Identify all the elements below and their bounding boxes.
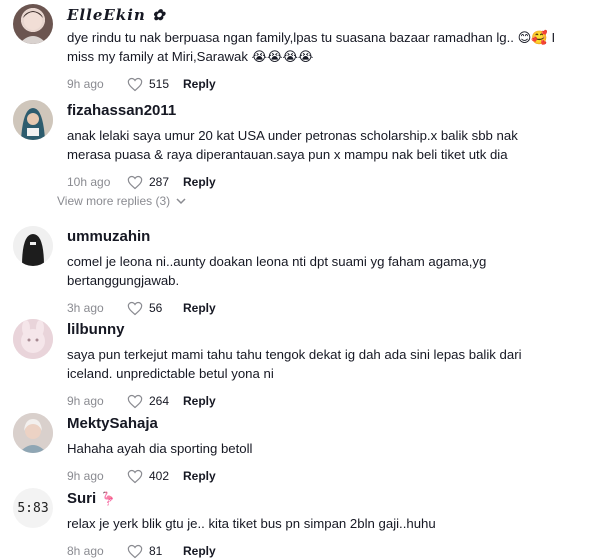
comment-time: 3h ago: [67, 301, 104, 315]
avatar-text: 5:83: [17, 500, 49, 516]
like-count: 515: [149, 77, 170, 91]
like-count: 264: [149, 394, 170, 408]
like-count: 81: [149, 544, 163, 558]
avatar[interactable]: [13, 413, 53, 453]
comment-text: relax je yerk blik gtu je.. kita tiket b…: [67, 516, 436, 531]
username[interactable]: MektySahaja: [67, 415, 570, 433]
comment-time: 9h ago: [67, 469, 104, 483]
username-decoration: 🦩: [100, 491, 117, 506]
like-button[interactable]: 56: [127, 301, 183, 316]
view-more-replies-button[interactable]: View more replies (3): [57, 194, 186, 208]
comment-text: comel je leona ni..aunty doakan leona nt…: [67, 254, 487, 288]
heart-icon: [127, 175, 143, 189]
like-button[interactable]: 402: [127, 469, 183, 484]
avatar[interactable]: [13, 226, 53, 266]
like-button[interactable]: 287: [127, 175, 183, 190]
comment-text: dye rindu tu nak berpuasa ngan family,lp…: [67, 30, 556, 64]
comment-time: 10h ago: [67, 175, 111, 189]
chevron-down-icon: [176, 197, 186, 204]
like-count: 287: [149, 175, 170, 189]
reply-button[interactable]: Reply: [183, 469, 216, 483]
reply-button[interactable]: Reply: [183, 77, 216, 91]
avatar[interactable]: 5:83: [13, 488, 53, 528]
like-count: 56: [149, 301, 163, 315]
like-button[interactable]: 515: [127, 77, 183, 92]
like-button[interactable]: 264: [127, 394, 183, 409]
avatar[interactable]: [13, 319, 53, 359]
view-more-label: View more replies (3): [57, 194, 171, 208]
heart-icon: [127, 394, 143, 408]
username[interactable]: lilbunny: [67, 321, 570, 339]
comment-time: 8h ago: [67, 544, 104, 558]
reply-button[interactable]: Reply: [183, 394, 216, 408]
avatar[interactable]: [13, 100, 53, 140]
like-button[interactable]: 81: [127, 544, 183, 559]
username[interactable]: fizahassan2011: [67, 102, 570, 120]
comment-text: Hahaha ayah dia sporting betoll: [67, 441, 253, 456]
heart-icon: [127, 469, 143, 483]
reply-button[interactable]: Reply: [183, 175, 216, 189]
username[interactable]: Suri 🦩: [67, 490, 570, 508]
comment-time: 9h ago: [67, 394, 104, 408]
comment-text: anak lelaki saya umur 20 kat USA under p…: [67, 128, 518, 162]
like-count: 402: [149, 469, 170, 483]
reply-button[interactable]: Reply: [183, 301, 216, 315]
heart-icon: [127, 301, 143, 315]
heart-icon: [127, 77, 143, 91]
reply-button[interactable]: Reply: [183, 544, 216, 558]
comment-time: 9h ago: [67, 77, 104, 91]
username-decoration: ✿: [152, 6, 166, 24]
username[interactable]: ElleEkin ✿: [67, 6, 570, 24]
heart-icon: [127, 544, 143, 558]
avatar[interactable]: [13, 4, 53, 44]
username[interactable]: ummuzahin: [67, 228, 570, 246]
comment-text: saya pun terkejut mami tahu tahu tengok …: [67, 347, 522, 381]
